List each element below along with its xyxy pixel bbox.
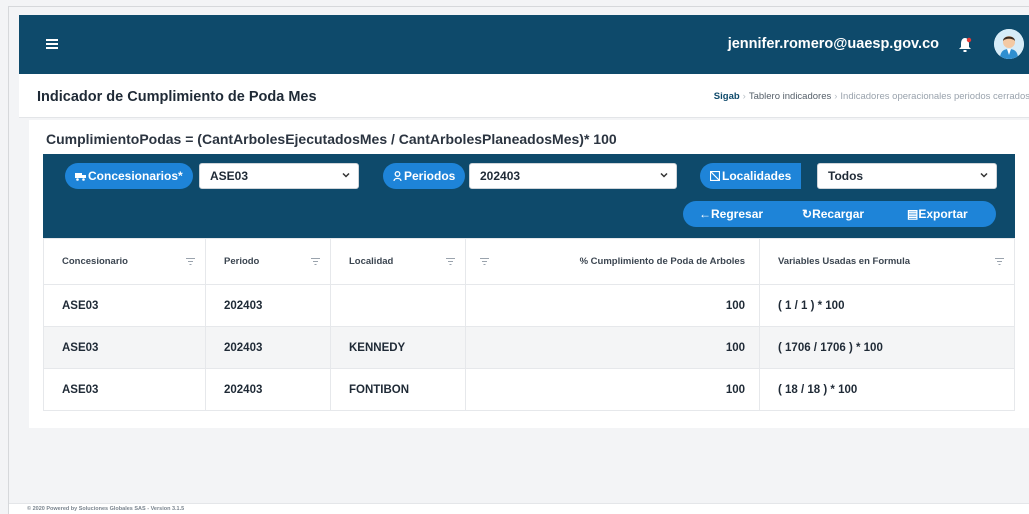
user-email[interactable]: jennifer.romero@uaesp.gov.co [728, 36, 939, 52]
chevron-down-icon [342, 172, 350, 178]
table-header-row: Concesionario Periodo Localidad % Cumpli… [43, 238, 1015, 285]
hamburger-icon[interactable] [46, 39, 58, 49]
filter-icon[interactable] [995, 258, 1004, 265]
localidades-label: Localidades [700, 163, 802, 189]
cell-periodo: 202403 [205, 326, 331, 369]
breadcrumb-item-tablero[interactable]: Tablero indicadores [749, 91, 831, 102]
truck-icon [75, 172, 86, 181]
cell-variables: ( 1 / 1 ) * 100 [759, 284, 1015, 327]
action-button-group: ←Regresar ↻Recargar ▤Exportar [683, 201, 996, 227]
cell-variables: ( 1706 / 1706 ) * 100 [759, 326, 1015, 369]
filter-icon[interactable] [446, 258, 455, 265]
periodos-label: Periodos [383, 163, 466, 189]
cell-cumplimiento: 100 [465, 368, 760, 411]
cell-localidad [330, 284, 466, 327]
page-title: Indicador de Cumplimiento de Poda Mes [37, 89, 317, 105]
recargar-button[interactable]: ↻Recargar [802, 207, 864, 221]
indicator-card: CumplimientoPodas = (CantArbolesEjecutad… [29, 120, 1029, 428]
cell-concesionario: ASE03 [43, 368, 206, 411]
column-header-periodo[interactable]: Periodo [205, 238, 331, 285]
cell-localidad: FONTIBON [330, 368, 466, 411]
top-navbar: jennifer.romero@uaesp.gov.co [19, 15, 1029, 74]
filter-bar: Concesionarios* ASE03 Periodos 202403 Lo… [43, 154, 1015, 238]
column-header-variables[interactable]: Variables Usadas en Formula [759, 238, 1015, 285]
periodos-select[interactable]: 202403 [469, 163, 677, 189]
app-frame: jennifer.romero@uaesp.gov.co Indicador d… [8, 6, 1029, 514]
cell-cumplimiento: 100 [465, 326, 760, 369]
cell-cumplimiento: 100 [465, 284, 760, 327]
concesionarios-label: Concesionarios* [65, 163, 193, 189]
results-table: Concesionario Periodo Localidad % Cumpli… [43, 238, 1015, 411]
person-icon [393, 171, 402, 181]
footer-text: © 2020 Powered by Soluciones Globales SA… [27, 506, 185, 512]
concesionarios-value: ASE03 [210, 169, 249, 183]
breadcrumb-item-sigab[interactable]: Sigab [714, 91, 740, 102]
column-header-label: Localidad [349, 256, 394, 267]
column-header-label: Variables Usadas en Formula [778, 256, 911, 267]
cell-concesionario: ASE03 [43, 284, 206, 327]
column-header-concesionario[interactable]: Concesionario [43, 238, 206, 285]
arrow-left-icon: ← [699, 207, 711, 221]
chevron-right-icon: › [742, 91, 746, 102]
reload-icon: ↻ [802, 207, 813, 221]
periodos-label-text: Periodos [404, 169, 456, 183]
column-header-label: % Cumplimiento de Poda de Arboles [579, 256, 745, 267]
file-export-icon: ▤ [907, 207, 919, 221]
localidades-select[interactable]: Todos [817, 163, 997, 189]
user-avatar-icon[interactable] [994, 29, 1024, 59]
concesionarios-select[interactable]: ASE03 [199, 163, 359, 189]
periodos-value: 202403 [480, 169, 521, 183]
chevron-right-icon: › [834, 91, 838, 102]
footer: © 2020 Powered by Soluciones Globales SA… [9, 503, 1029, 514]
filter-icon[interactable] [480, 258, 489, 265]
column-header-localidad[interactable]: Localidad [330, 238, 466, 285]
cell-variables: ( 18 / 18 ) * 100 [759, 368, 1015, 411]
filter-icon[interactable] [311, 258, 320, 265]
recargar-label: Recargar [812, 207, 865, 221]
cell-periodo: 202403 [205, 368, 331, 411]
table-row[interactable]: ASE03 202403 FONTIBON 100 ( 18 / 18 ) * … [43, 368, 1015, 411]
bell-icon[interactable] [958, 37, 972, 53]
localidades-value: Todos [828, 169, 864, 183]
column-header-cumplimiento[interactable]: % Cumplimiento de Poda de Arboles [465, 238, 760, 285]
table-row[interactable]: ASE03 202403 KENNEDY 100 ( 1706 / 1706 )… [43, 326, 1015, 369]
exportar-button[interactable]: ▤Exportar [907, 207, 968, 221]
localidades-label-text: Localidades [722, 169, 792, 183]
exportar-label: Exportar [918, 207, 968, 221]
chevron-down-icon [980, 172, 988, 178]
breadcrumb-item-current: Indicadores operacionales periodos cerra… [840, 91, 1029, 102]
page-header: Indicador de Cumplimiento de Poda Mes Si… [19, 74, 1029, 118]
breadcrumb: Sigab › Tablero indicadores › Indicadores op… [714, 91, 1029, 102]
filter-icon[interactable] [186, 258, 195, 265]
regresar-button[interactable]: ←Regresar [699, 207, 763, 221]
formula-text: CumplimientoPodas = (CantArbolesEjecutad… [46, 131, 617, 147]
concesionarios-label-text: Concesionarios* [88, 169, 183, 183]
map-icon [710, 171, 720, 181]
cell-concesionario: ASE03 [43, 326, 206, 369]
table-row[interactable]: ASE03 202403 100 ( 1 / 1 ) * 100 [43, 284, 1015, 327]
column-header-label: Periodo [224, 256, 260, 267]
cell-periodo: 202403 [205, 284, 331, 327]
cell-localidad: KENNEDY [330, 326, 466, 369]
column-header-label: Concesionario [62, 256, 128, 267]
regresar-label: Regresar [711, 207, 764, 221]
chevron-down-icon [660, 172, 668, 178]
